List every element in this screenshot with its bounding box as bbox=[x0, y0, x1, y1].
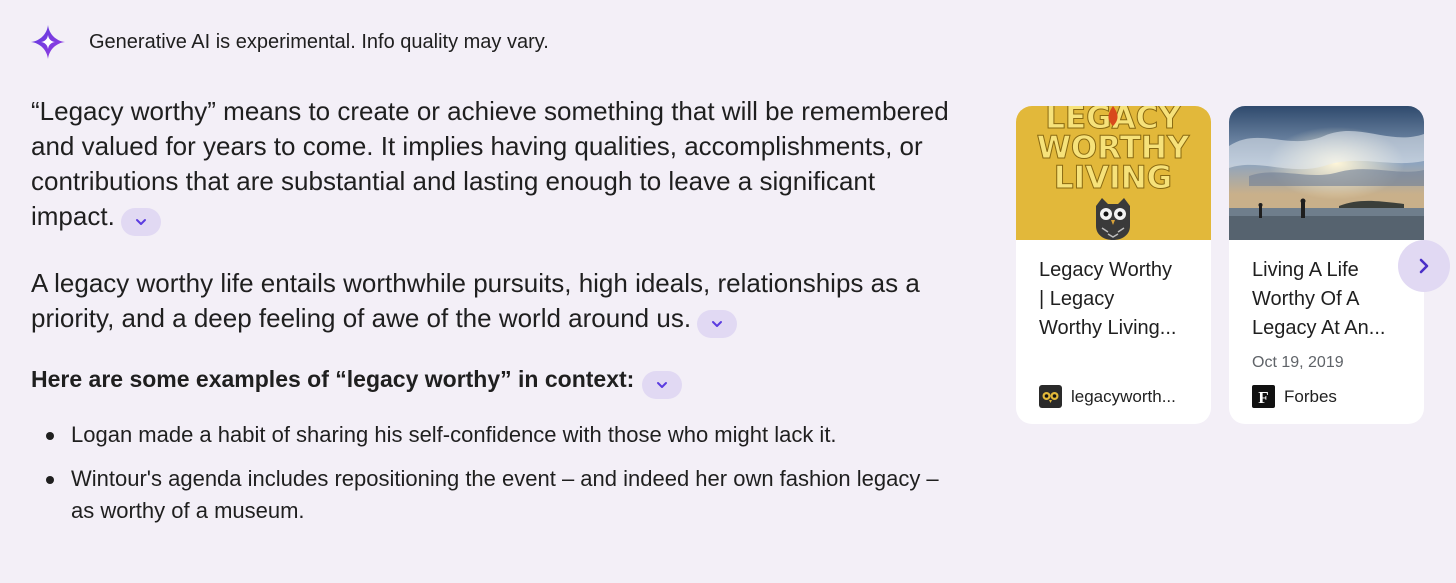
sparkle-icon bbox=[31, 25, 65, 59]
card-source-name: legacyworth... bbox=[1071, 386, 1176, 406]
card-source: legacyworth... bbox=[1039, 385, 1176, 408]
card-title[interactable]: Living A Life Worthy Of A Legacy At An..… bbox=[1252, 256, 1412, 343]
source-card-legacy-worthy[interactable]: LEGACY WORTHY LIVING Legacy Worthy | Leg… bbox=[1016, 106, 1211, 424]
chevron-right-icon bbox=[1419, 258, 1429, 274]
svg-text:F: F bbox=[1258, 388, 1268, 407]
bullet-icon bbox=[46, 476, 54, 484]
card-date: Oct 19, 2019 bbox=[1252, 354, 1344, 371]
thumbnail-text-3: LIVING bbox=[1054, 160, 1172, 196]
expand-source-button-3[interactable] bbox=[642, 371, 683, 399]
owl-icon bbox=[1039, 385, 1062, 408]
answer-paragraph-2-text: A legacy worthy life entails worthwhile … bbox=[31, 268, 920, 333]
card-title[interactable]: Legacy Worthy | Legacy Worthy Living... bbox=[1039, 256, 1199, 343]
answer-paragraph-2: A legacy worthy life entails worthwhile … bbox=[31, 266, 961, 338]
ai-header: Generative AI is experimental. Info qual… bbox=[30, 24, 549, 60]
expand-source-button-2[interactable] bbox=[697, 310, 738, 338]
example-text: Wintour's agenda includes repositioning … bbox=[71, 466, 939, 523]
examples-heading-text: Here are some examples of “legacy worthy… bbox=[31, 366, 635, 392]
card-title-line: Living A Life bbox=[1252, 259, 1359, 281]
ai-answer: “Legacy worthy” means to create or achie… bbox=[31, 94, 961, 539]
answer-paragraph-1: “Legacy worthy” means to create or achie… bbox=[31, 94, 961, 236]
next-cards-button[interactable] bbox=[1398, 240, 1450, 292]
card-source: F Forbes bbox=[1252, 385, 1337, 408]
chevron-down-icon bbox=[712, 321, 723, 327]
experimental-disclaimer: Generative AI is experimental. Info qual… bbox=[89, 30, 549, 53]
forbes-icon: F bbox=[1252, 385, 1275, 408]
chevron-down-icon bbox=[657, 382, 668, 388]
card-title-line: Worthy Of A bbox=[1252, 288, 1360, 310]
examples-heading: Here are some examples of “legacy worthy… bbox=[31, 364, 961, 399]
list-item: Wintour's agenda includes repositioning … bbox=[31, 463, 961, 527]
sunset-lake-thumbnail bbox=[1229, 106, 1424, 240]
owl-icon bbox=[1096, 198, 1130, 240]
card-source-name: Forbes bbox=[1284, 386, 1337, 406]
example-text: Logan made a habit of sharing his self-c… bbox=[71, 422, 837, 447]
source-cards: LEGACY WORTHY LIVING Legacy Worthy | Leg… bbox=[1016, 106, 1442, 424]
answer-paragraph-1-text: “Legacy worthy” means to create or achie… bbox=[31, 96, 949, 231]
card-title-line: Worthy Living... bbox=[1039, 317, 1177, 339]
expand-source-button-1[interactable] bbox=[120, 208, 161, 236]
legacy-worthy-living-thumbnail: LEGACY WORTHY LIVING bbox=[1016, 106, 1211, 240]
chevron-down-icon bbox=[135, 219, 146, 225]
bullet-icon bbox=[46, 432, 54, 440]
card-title-line: | Legacy bbox=[1039, 288, 1115, 310]
card-title-line: Legacy Worthy bbox=[1039, 259, 1173, 281]
list-item: Logan made a habit of sharing his self-c… bbox=[31, 419, 961, 451]
card-title-line: Legacy At An... bbox=[1252, 317, 1386, 339]
source-card-forbes[interactable]: Living A Life Worthy Of A Legacy At An..… bbox=[1229, 106, 1424, 424]
examples-list: Logan made a habit of sharing his self-c… bbox=[31, 419, 961, 527]
